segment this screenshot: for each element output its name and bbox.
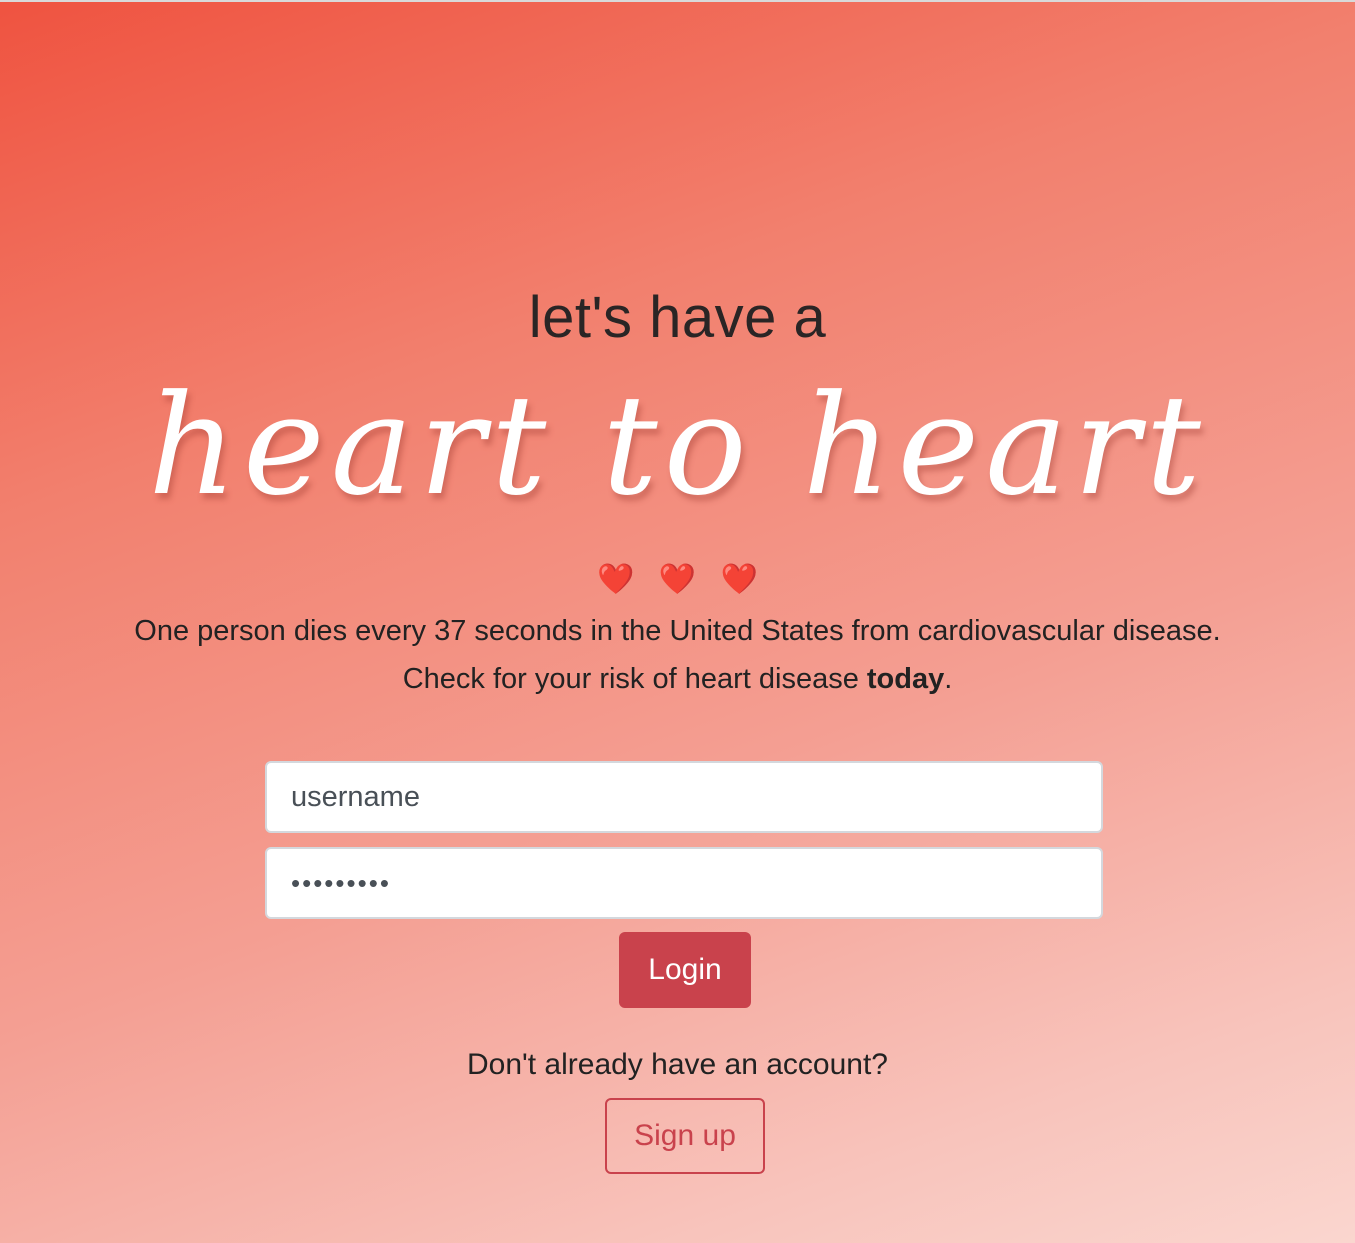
hearts-row: ❤️ ❤️ ❤️ <box>0 560 1355 600</box>
heart-icon: ❤️ <box>720 563 758 596</box>
lead-call-to-action: Check for your risk of heart disease tod… <box>0 659 1355 699</box>
signup-button[interactable]: Sign up <box>605 1098 765 1174</box>
lead-cta-text: Check for your risk of heart disease <box>402 663 867 695</box>
lead-statistic: One person dies every 37 seconds in the … <box>134 615 1221 647</box>
tagline: let's have a <box>528 285 827 350</box>
heart-icon: ❤️ <box>658 563 697 596</box>
account-prompt: Don't already have an account? <box>466 1048 888 1081</box>
password-input[interactable] <box>265 847 1103 919</box>
login-button[interactable]: Login <box>619 932 751 1008</box>
heart-icon: ❤️ <box>597 563 635 596</box>
lead-cta-emphasis: today <box>866 663 945 695</box>
lead-cta-period: . <box>944 663 953 695</box>
script-title: heart to heart <box>148 365 1207 526</box>
username-input[interactable] <box>265 761 1103 833</box>
window-top-border <box>0 0 1355 2</box>
